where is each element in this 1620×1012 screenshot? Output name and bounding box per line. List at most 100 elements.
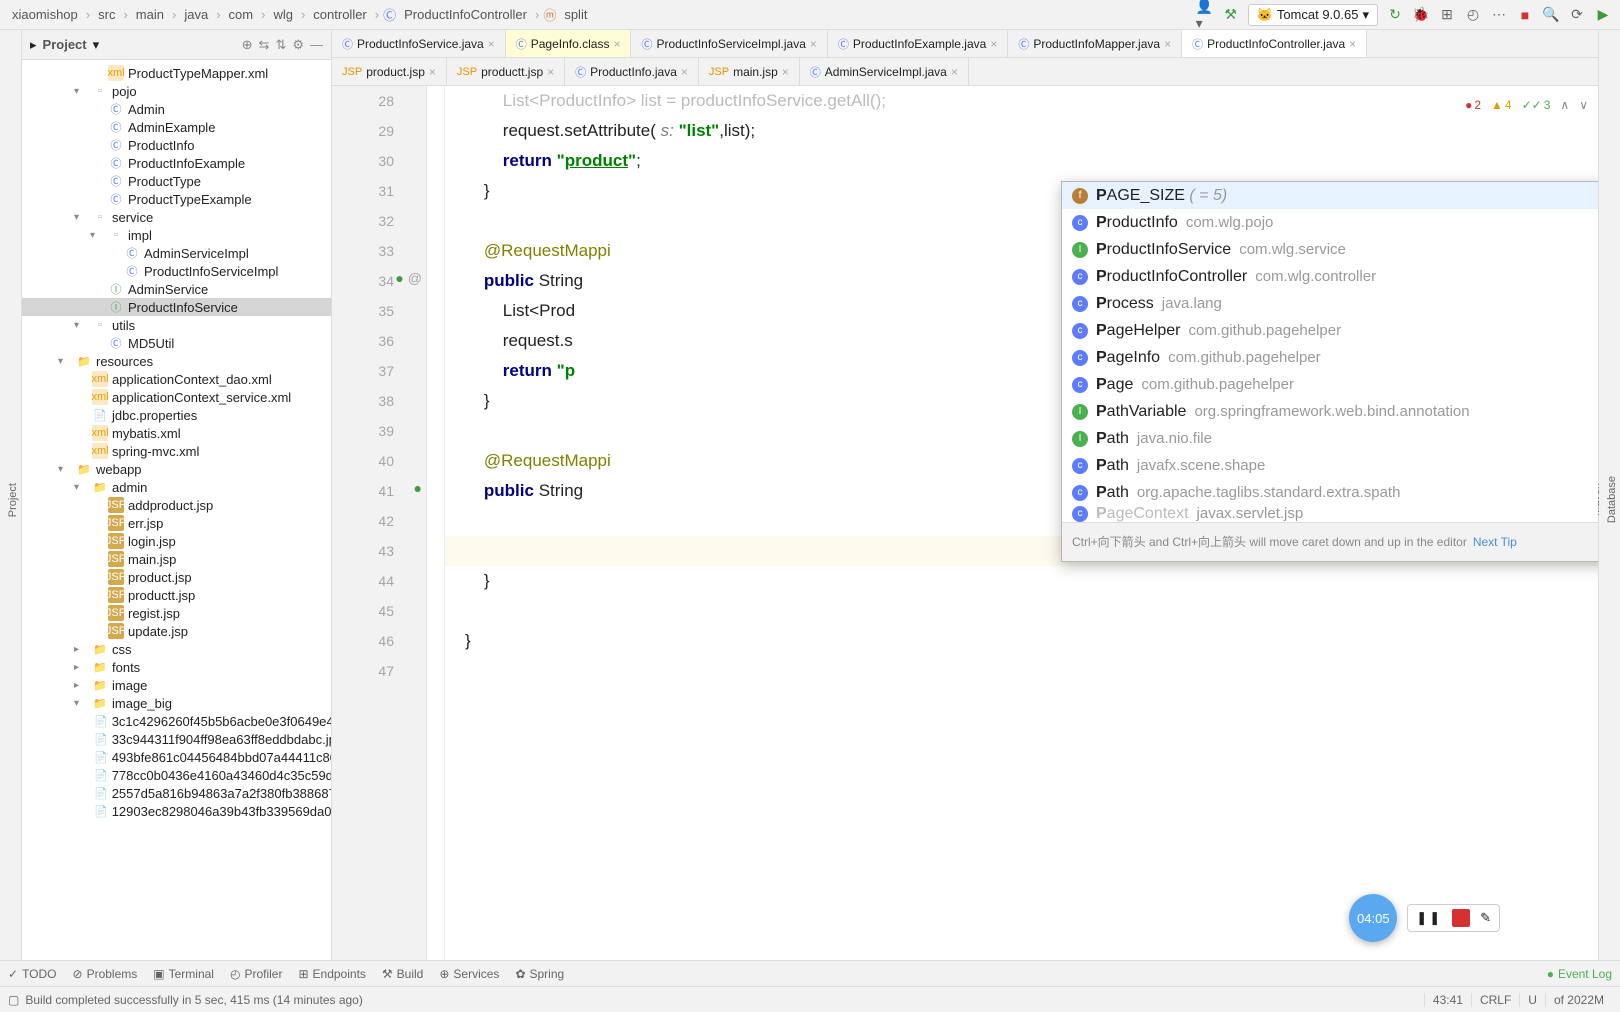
close-icon[interactable]: × bbox=[547, 65, 554, 79]
encoding[interactable]: U bbox=[1519, 993, 1545, 1007]
warning-indicator[interactable]: ▲4 bbox=[1491, 90, 1512, 120]
tree-item[interactable]: 📄12903ec8298046a39b43fb339569da0f.jpg bbox=[22, 802, 331, 820]
tab-problems[interactable]: ⊘ Problems bbox=[73, 967, 138, 981]
close-icon[interactable]: × bbox=[1164, 37, 1171, 51]
tree-item[interactable]: ▾📁admin bbox=[22, 478, 331, 496]
sync-icon[interactable]: ⟳ bbox=[1568, 6, 1586, 24]
tree-item[interactable]: xmlmybatis.xml bbox=[22, 424, 331, 442]
chevron-down-icon[interactable]: ▾ bbox=[93, 37, 100, 53]
hide-icon[interactable]: — bbox=[310, 37, 323, 52]
line-sep[interactable]: CRLF bbox=[1471, 993, 1519, 1007]
autocomplete-item[interactable]: IPathjava.nio.file bbox=[1062, 425, 1598, 452]
tree-item[interactable]: ⒸMD5Util bbox=[22, 334, 331, 352]
event-log[interactable]: ● Event Log bbox=[1547, 967, 1612, 981]
tab-endpoints[interactable]: ⊞ Endpoints bbox=[298, 967, 365, 981]
autocomplete-item[interactable]: cPagecom.github.pagehelper bbox=[1062, 371, 1598, 398]
pause-icon[interactable]: ❚❚ bbox=[1416, 910, 1442, 926]
tree-item[interactable]: 📄3c1c4296260f45b5b6acbe0e3f0649e4.jpg bbox=[22, 712, 331, 730]
tree-item[interactable]: 📄493bfe861c04456484bbd07a44411c80.jpg bbox=[22, 748, 331, 766]
more-icon[interactable]: ⋯ bbox=[1490, 6, 1508, 24]
editor-tab[interactable]: ⒸProductInfoController.java× bbox=[1182, 30, 1367, 57]
tree-item[interactable]: ▾▫utils bbox=[22, 316, 331, 334]
tree-item[interactable]: JSPupdate.jsp bbox=[22, 622, 331, 640]
status-icon[interactable]: ▢ bbox=[8, 993, 19, 1007]
up-icon[interactable]: ∧ bbox=[1560, 90, 1569, 120]
play-icon[interactable]: ▶ bbox=[1594, 6, 1612, 24]
tree-item[interactable]: ⒾAdminService bbox=[22, 280, 331, 298]
side-database[interactable]: Database bbox=[1604, 468, 1620, 531]
editor-tab[interactable]: ⒸAdminServiceImpl.java× bbox=[800, 58, 969, 85]
debug-icon[interactable]: 🐞 bbox=[1412, 6, 1430, 24]
collapse-icon[interactable]: ⇆ bbox=[259, 37, 270, 53]
autocomplete-item[interactable]: cPageInfocom.github.pagehelper bbox=[1062, 344, 1598, 371]
tree-item[interactable]: JSPproductt.jsp bbox=[22, 586, 331, 604]
close-icon[interactable]: × bbox=[1349, 37, 1356, 51]
tab-profiler[interactable]: ◴ Profiler bbox=[230, 967, 283, 981]
autocomplete-item[interactable]: cProductInfoControllercom.wlg.controller bbox=[1062, 263, 1598, 290]
autocomplete-item[interactable]: cPathorg.apache.taglibs.standard.extra.s… bbox=[1062, 479, 1598, 506]
editor-tab[interactable]: ⒸProductInfoServiceImpl.java× bbox=[631, 30, 827, 57]
tree-item[interactable]: ⒸProductInfo bbox=[22, 136, 331, 154]
tree-item[interactable]: JSPerr.jsp bbox=[22, 514, 331, 532]
close-icon[interactable]: × bbox=[990, 37, 997, 51]
tree-item[interactable]: ▸📁image bbox=[22, 676, 331, 694]
tree-item[interactable]: ▸📁fonts bbox=[22, 658, 331, 676]
tree-item[interactable]: ⒸProductInfoExample bbox=[22, 154, 331, 172]
tree-item[interactable]: 📄2557d5a816b94863a7a2f380fb388687.jpg bbox=[22, 784, 331, 802]
stop-icon[interactable]: ■ bbox=[1516, 6, 1534, 24]
tree-item[interactable]: ▾📁webapp bbox=[22, 460, 331, 478]
tree-item[interactable]: JSPlogin.jsp bbox=[22, 532, 331, 550]
tab-spring[interactable]: ✿ Spring bbox=[515, 967, 564, 981]
tree-item[interactable]: JSPregist.jsp bbox=[22, 604, 331, 622]
pencil-icon[interactable]: ✎ bbox=[1480, 910, 1491, 926]
run-config-selector[interactable]: 🐱 Tomcat 9.0.65 ▾ bbox=[1248, 4, 1378, 26]
recorder-timer[interactable]: 04:05 bbox=[1349, 894, 1397, 942]
tree-item[interactable]: ▾▫service bbox=[22, 208, 331, 226]
editor-tab[interactable]: JSPproduct.jsp× bbox=[332, 58, 447, 85]
gear-icon[interactable]: ⚙ bbox=[292, 37, 304, 53]
autocomplete-item[interactable]: cProductInfocom.wlg.pojo bbox=[1062, 209, 1598, 236]
tree-item[interactable]: ⒸAdminServiceImpl bbox=[22, 244, 331, 262]
tree-item[interactable]: JSPmain.jsp bbox=[22, 550, 331, 568]
editor-tab[interactable]: JSPproductt.jsp× bbox=[447, 58, 565, 85]
tree-item[interactable]: ⒸProductTypeExample bbox=[22, 190, 331, 208]
tree-item[interactable]: ▸📁css bbox=[22, 640, 331, 658]
autocomplete-item[interactable]: cPathjavafx.scene.shape bbox=[1062, 452, 1598, 479]
tree-item[interactable]: ▾▫impl bbox=[22, 226, 331, 244]
editor-tab[interactable]: ⒸPageInfo.class× bbox=[506, 30, 632, 57]
tree-item[interactable]: ⒾProductInfoService bbox=[22, 298, 331, 316]
check-indicator[interactable]: ✓✓3 bbox=[1522, 90, 1551, 120]
close-icon[interactable]: × bbox=[951, 65, 958, 79]
close-icon[interactable]: × bbox=[429, 65, 436, 79]
tree-item[interactable]: ⒸAdminExample bbox=[22, 118, 331, 136]
tree-item[interactable]: ⒸProductInfoServiceImpl bbox=[22, 262, 331, 280]
tab-terminal[interactable]: ▣ Terminal bbox=[153, 967, 214, 981]
error-indicator[interactable]: ●2 bbox=[1465, 90, 1481, 120]
tree-item[interactable]: JSPproduct.jsp bbox=[22, 568, 331, 586]
tab-todo[interactable]: ✓ TODO bbox=[8, 967, 57, 981]
bc-project[interactable]: xiaomishop bbox=[8, 5, 82, 24]
autocomplete-item[interactable]: cPageHelpercom.github.pagehelper bbox=[1062, 317, 1598, 344]
tree-item[interactable]: ⒸAdmin bbox=[22, 100, 331, 118]
close-icon[interactable]: × bbox=[782, 65, 789, 79]
editor-tab[interactable]: ⒸProductInfoService.java× bbox=[332, 30, 506, 57]
tree-item[interactable]: xmlapplicationContext_service.xml bbox=[22, 388, 331, 406]
project-tree[interactable]: xmlProductTypeMapper.xml▾▫pojoⒸAdminⒸAdm… bbox=[22, 60, 331, 960]
tree-item[interactable]: ▾📁resources bbox=[22, 352, 331, 370]
autocomplete-item[interactable]: cProcessjava.lang bbox=[1062, 290, 1598, 317]
tree-item[interactable]: 📄33c944311f904ff98ea63ff8eddbdabc.jpg bbox=[22, 730, 331, 748]
tree-item[interactable]: JSPaddproduct.jsp bbox=[22, 496, 331, 514]
tree-item[interactable]: xmlProductTypeMapper.xml bbox=[22, 64, 331, 82]
tree-item[interactable]: ⒸProductType bbox=[22, 172, 331, 190]
editor-tab[interactable]: JSPmain.jsp× bbox=[699, 58, 800, 85]
close-icon[interactable]: × bbox=[810, 37, 817, 51]
run-coverage-icon[interactable]: ⊞ bbox=[1438, 6, 1456, 24]
expand-icon[interactable]: ⇅ bbox=[275, 37, 286, 53]
stop-record-icon[interactable] bbox=[1452, 909, 1470, 927]
tree-item[interactable]: 📄jdbc.properties bbox=[22, 406, 331, 424]
profile-icon[interactable]: ◴ bbox=[1464, 6, 1482, 24]
editor-tab[interactable]: ⒸProductInfoMapper.java× bbox=[1008, 30, 1182, 57]
side-project[interactable]: Project bbox=[5, 475, 21, 525]
memory-indicator[interactable]: of 2022M bbox=[1545, 993, 1612, 1007]
tree-item[interactable]: ▾▫pojo bbox=[22, 82, 331, 100]
